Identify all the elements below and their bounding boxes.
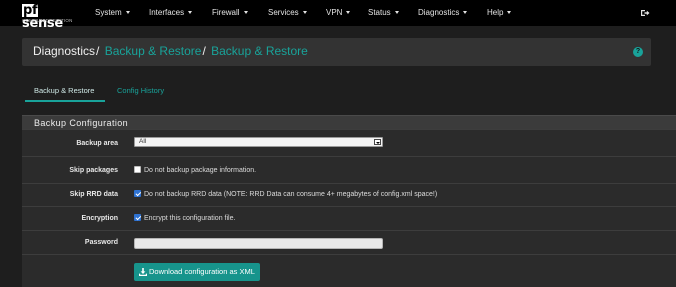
active-tab-indicator xyxy=(25,100,105,102)
skip-packages-text: Do not backup package information. xyxy=(144,167,257,174)
backup-area-select[interactable]: All xyxy=(134,137,383,147)
logo-wordmark: pfsense xyxy=(22,4,78,30)
nav-menu-services[interactable]: Services xyxy=(268,8,307,18)
nav-menu-label: VPN xyxy=(326,8,343,17)
pfsense-logo[interactable]: pfsense COMMUNITY EDITION xyxy=(22,4,78,30)
skip-packages-checkbox[interactable] xyxy=(134,166,141,173)
nav-menu-label: Diagnostics xyxy=(418,8,460,17)
nav-menu-vpn[interactable]: VPN xyxy=(326,8,351,18)
logo-edition: COMMUNITY EDITION xyxy=(22,18,73,23)
caret-down-icon xyxy=(463,11,468,15)
caret-down-icon xyxy=(302,11,307,15)
breadcrumb-separator: / xyxy=(96,44,100,58)
skip-rrd-text: Do not backup RRD data (NOTE: RRD Data c… xyxy=(144,191,438,198)
backup-area-label: Backup area xyxy=(76,140,118,147)
form-row-password: Password xyxy=(22,230,676,254)
nav-menu-label: Services xyxy=(268,8,299,17)
download-xml-button[interactable]: Download configuration as XML xyxy=(134,263,260,281)
download-icon xyxy=(139,268,147,276)
encryption-text: Encrypt this configuration file. xyxy=(144,215,236,222)
panel-heading: Backup Configuration xyxy=(22,115,676,129)
backup-area-value: All xyxy=(139,138,147,145)
breadcrumb-bar: Diagnostics/ Backup & Restore/ Backup & … xyxy=(22,38,651,66)
form-row-skip-rrd: Skip RRD data Do not backup RRD data (NO… xyxy=(22,183,676,206)
nav-menu-diagnostics[interactable]: Diagnostics xyxy=(418,8,468,18)
breadcrumb-separator: / xyxy=(202,44,206,58)
nav-menu-firewall[interactable]: Firewall xyxy=(212,8,248,18)
form-row-encryption: Encryption Encrypt this configuration fi… xyxy=(22,206,676,230)
nav-menu-label: Firewall xyxy=(212,8,240,17)
password-input[interactable] xyxy=(134,238,383,249)
nav-menu-label: Help xyxy=(487,8,504,17)
sign-out-icon[interactable] xyxy=(640,8,650,18)
breadcrumb-link-backup-restore[interactable]: Backup & Restore xyxy=(105,44,202,58)
nav-menu-label: Interfaces xyxy=(149,8,185,17)
caret-down-icon xyxy=(346,11,351,15)
nav-menu-label: Status xyxy=(368,8,391,17)
caret-down-icon xyxy=(507,11,512,15)
password-label: Password xyxy=(84,239,118,246)
breadcrumb-link-current[interactable]: Backup & Restore xyxy=(211,44,308,58)
form-row-backup-area: Backup area All xyxy=(22,129,676,156)
nav-menu-status[interactable]: Status xyxy=(368,8,399,18)
skip-rrd-checkbox[interactable] xyxy=(134,190,141,197)
tab-backup-restore[interactable]: Backup & Restore xyxy=(34,86,94,95)
skip-rrd-label: Skip RRD data xyxy=(69,191,118,198)
nav-menu-help[interactable]: Help xyxy=(487,8,512,18)
chevron-down-icon xyxy=(374,139,381,145)
breadcrumb-root: Diagnostics xyxy=(33,44,96,58)
encryption-label: Encryption xyxy=(81,215,118,222)
question-circle-icon[interactable]: ? xyxy=(633,47,643,57)
caret-down-icon xyxy=(125,11,130,15)
encryption-option: Encrypt this configuration file. xyxy=(134,214,235,223)
form-row-download: Download configuration as XML xyxy=(22,254,676,287)
skip-packages-option: Do not backup package information. xyxy=(134,166,256,175)
nav-menu-system[interactable]: System xyxy=(95,8,130,18)
nav-menu-interfaces[interactable]: Interfaces xyxy=(149,8,193,18)
download-xml-label: Download configuration as XML xyxy=(149,267,255,276)
caret-down-icon xyxy=(188,11,193,15)
form-row-skip-packages: Skip packages Do not backup package info… xyxy=(22,156,676,183)
nav-menu-label: System xyxy=(95,8,122,17)
caret-down-icon xyxy=(394,11,399,15)
tab-config-history[interactable]: Config History xyxy=(117,86,164,95)
panel-title: Backup Configuration xyxy=(34,118,129,128)
skip-packages-label: Skip packages xyxy=(69,167,118,174)
top-navbar: pfsense COMMUNITY EDITION System Interfa… xyxy=(0,0,676,30)
caret-down-icon xyxy=(243,11,248,15)
skip-rrd-option: Do not backup RRD data (NOTE: RRD Data c… xyxy=(134,190,437,199)
breadcrumb: Diagnostics/ Backup & Restore/ Backup & … xyxy=(33,44,308,59)
encryption-checkbox[interactable] xyxy=(134,214,141,221)
